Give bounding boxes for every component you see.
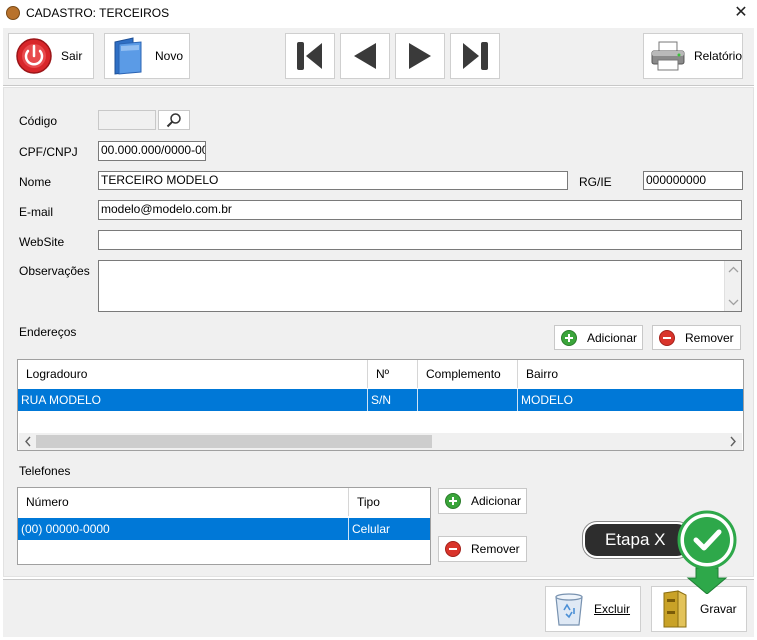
power-icon bbox=[16, 38, 52, 74]
rg-field[interactable]: 000000000 bbox=[643, 171, 743, 190]
telefones-add-label: Adicionar bbox=[471, 494, 522, 508]
cpf-field[interactable]: 00.000.000/0000-00 bbox=[98, 141, 206, 161]
scroll-right-icon bbox=[730, 436, 736, 447]
codigo-search-button[interactable] bbox=[158, 110, 190, 130]
check-marker-icon bbox=[677, 510, 737, 594]
recycle-bin-icon bbox=[555, 593, 583, 626]
enderecos-remove-label: Remover bbox=[685, 330, 734, 345]
observacoes-field[interactable] bbox=[98, 260, 742, 312]
last-record-icon bbox=[463, 42, 488, 70]
printer-icon bbox=[651, 41, 685, 71]
telefones-remove-button[interactable]: Remover bbox=[438, 536, 527, 562]
delete-button[interactable]: Excluir bbox=[545, 586, 641, 632]
cell-bairro: MODELO bbox=[518, 389, 743, 411]
remove-icon bbox=[659, 329, 675, 346]
scroll-down-icon bbox=[728, 299, 739, 306]
app-icon bbox=[6, 6, 20, 20]
observacoes-label: Observações bbox=[19, 264, 90, 278]
nome-field[interactable]: TERCEIRO MODELO bbox=[98, 171, 568, 190]
add-icon bbox=[445, 493, 461, 509]
first-record-icon bbox=[297, 42, 322, 70]
column-header-bairro[interactable]: Bairro bbox=[518, 360, 743, 388]
exit-button[interactable]: Sair bbox=[8, 33, 94, 79]
add-icon bbox=[561, 329, 577, 346]
scroll-up-icon bbox=[728, 266, 739, 273]
next-record-icon bbox=[409, 43, 431, 69]
scroll-left-icon bbox=[25, 436, 31, 447]
telefones-add-button[interactable]: Adicionar bbox=[438, 488, 527, 514]
next-record-button[interactable] bbox=[395, 33, 445, 79]
column-header-logradouro[interactable]: Logradouro bbox=[18, 360, 368, 388]
column-header-numero[interactable]: Nº bbox=[368, 360, 418, 388]
toolbar: Sair Novo Relatório bbox=[3, 28, 754, 86]
enderecos-horizontal-scrollbar[interactable] bbox=[19, 433, 742, 450]
folder-icon bbox=[114, 37, 142, 75]
nome-label: Nome bbox=[19, 175, 52, 189]
enderecos-add-label: Adicionar bbox=[587, 330, 638, 345]
column-header-tipo[interactable]: Tipo bbox=[349, 488, 430, 516]
close-icon[interactable]: ✕ bbox=[728, 2, 754, 24]
column-header-numero-telefone[interactable]: Número bbox=[18, 488, 349, 516]
enderecos-grid: Logradouro Nº Complemento Bairro RUA MOD… bbox=[17, 359, 744, 451]
enderecos-section-label: Endereços bbox=[19, 325, 77, 339]
telefones-section-label: Telefones bbox=[19, 464, 71, 478]
search-icon bbox=[166, 113, 181, 128]
email-field[interactable]: modelo@modelo.com.br bbox=[98, 200, 742, 220]
title-bar: CADASTRO: TERCEIROS ✕ bbox=[0, 0, 757, 28]
first-record-button[interactable] bbox=[285, 33, 335, 79]
table-row[interactable]: RUA MODELO S/N MODELO bbox=[18, 389, 743, 411]
cell-logradouro: RUA MODELO bbox=[18, 389, 368, 411]
cell-numero-telefone: (00) 00000-0000 bbox=[18, 518, 349, 540]
last-record-button[interactable] bbox=[450, 33, 500, 79]
enderecos-remove-button[interactable]: Remover bbox=[652, 325, 741, 350]
remove-icon bbox=[445, 541, 461, 557]
cpf-label: CPF/CNPJ bbox=[19, 145, 78, 159]
codigo-label: Código bbox=[19, 114, 58, 128]
report-label: Relatório bbox=[693, 49, 742, 63]
window-title: CADASTRO: TERCEIROS bbox=[26, 6, 170, 20]
telefones-remove-label: Remover bbox=[471, 542, 520, 556]
scroll-thumb[interactable] bbox=[36, 435, 432, 448]
website-label: WebSite bbox=[19, 235, 65, 249]
column-header-complemento[interactable]: Complemento bbox=[418, 360, 518, 388]
new-label: Novo bbox=[155, 49, 184, 63]
report-button[interactable]: Relatório bbox=[643, 33, 743, 79]
delete-label: Excluir bbox=[594, 602, 631, 616]
previous-record-icon bbox=[354, 43, 376, 69]
save-label: Gravar bbox=[700, 602, 737, 616]
cell-numero: S/N bbox=[368, 389, 418, 411]
cell-tipo: Celular bbox=[349, 518, 430, 540]
file-cabinet-icon bbox=[663, 590, 687, 628]
exit-label: Sair bbox=[61, 49, 83, 63]
new-button[interactable]: Novo bbox=[104, 33, 190, 79]
telefones-grid: Número Tipo (00) 00000-0000 Celular bbox=[17, 487, 431, 565]
rg-label: RG/IE bbox=[579, 175, 612, 189]
previous-record-button[interactable] bbox=[340, 33, 390, 79]
email-label: E-mail bbox=[19, 205, 54, 219]
footer-bar bbox=[3, 579, 754, 637]
website-field[interactable] bbox=[98, 230, 742, 250]
observacoes-scrollbar[interactable] bbox=[724, 261, 741, 311]
cell-complemento bbox=[418, 389, 518, 411]
codigo-field[interactable] bbox=[98, 110, 156, 130]
enderecos-add-button[interactable]: Adicionar bbox=[554, 325, 643, 350]
table-row[interactable]: (00) 00000-0000 Celular bbox=[18, 518, 430, 540]
